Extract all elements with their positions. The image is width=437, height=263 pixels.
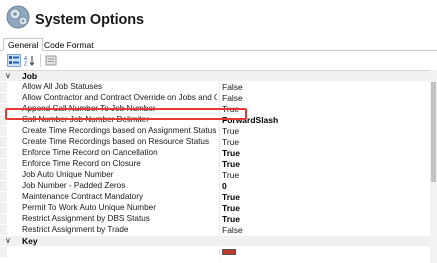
color-swatch [222, 249, 236, 255]
property-value[interactable]: True [222, 104, 239, 114]
window-header: System Options [0, 0, 437, 37]
property-row[interactable]: Job Auto Unique Number True [0, 170, 437, 180]
property-grid: ∨ Job Allow All Job Statuses False Allow… [0, 70, 437, 263]
chevron-down-icon[interactable]: ∨ [5, 236, 11, 245]
categorized-icon [9, 56, 19, 64]
chevron-down-icon[interactable]: ∨ [5, 71, 11, 80]
property-name: Allow All Job Statuses [22, 82, 103, 91]
gear-cog-icon [6, 5, 30, 29]
property-name: Create Time Recordings based on Resource… [22, 137, 210, 146]
property-value[interactable]: False [222, 225, 243, 235]
property-name: Call Number Job Number Delimiter [22, 115, 149, 124]
category-label: Job [22, 71, 38, 81]
property-name: Create Time Recordings based on Assignme… [22, 126, 217, 135]
property-row[interactable]: Restrict Assignment by DBS Status True [0, 214, 437, 224]
property-value[interactable]: True [222, 170, 239, 180]
property-value[interactable]: True [222, 214, 240, 224]
property-name: Job Number - Padded Zeros [22, 181, 126, 190]
property-name: Maintenance Contract Mandatory [22, 192, 144, 201]
property-name: Job Auto Unique Number [22, 170, 114, 179]
property-row[interactable]: Create Time Recordings based on Resource… [0, 137, 437, 147]
property-row[interactable]: Permit To Work Auto Unique Number True [0, 203, 437, 213]
property-name: Restrict Assignment by Trade [22, 225, 129, 234]
property-row[interactable]: Enforce Time Record on Cancellation True [0, 148, 437, 158]
property-name: Enforce Time Record on Cancellation [22, 148, 158, 157]
category-label: Key [22, 236, 38, 246]
toolbar-separator [40, 54, 41, 67]
property-value[interactable]: True [222, 137, 239, 147]
property-row[interactable]: Allow Contractor and Contract Override o… [0, 93, 437, 103]
category-row-key[interactable]: ∨ Key [0, 236, 437, 246]
property-row[interactable]: Allow All Job Statuses False [0, 82, 437, 92]
property-row[interactable]: Create Time Recordings based on Assignme… [0, 126, 437, 136]
property-value[interactable]: True [222, 159, 240, 169]
property-name: Append Call Number To Job Number [22, 104, 156, 113]
property-value[interactable]: True [222, 148, 240, 158]
property-value[interactable]: False [222, 93, 243, 103]
alphabetical-view-button[interactable]: A Z [23, 54, 37, 68]
tab-general[interactable]: General [3, 38, 44, 51]
property-row[interactable]: Call Number Job Number Delimiter Forward… [0, 115, 437, 125]
property-row[interactable]: Enforce Time Record on Closure True [0, 159, 437, 169]
property-pages-icon [45, 55, 57, 66]
property-value[interactable]: True [222, 203, 240, 213]
vertical-scrollbar[interactable] [430, 70, 437, 263]
property-value[interactable]: False [222, 82, 243, 92]
property-name: Enforce Time Record on Closure [22, 159, 141, 168]
property-grid-toolbar: A Z [0, 51, 437, 70]
property-value[interactable]: True [222, 192, 240, 202]
property-value[interactable]: 0 [222, 181, 227, 191]
property-row-append-call-number[interactable]: Append Call Number To Job Number True [0, 104, 437, 114]
property-name: Restrict Assignment by DBS Status [22, 214, 150, 223]
property-row[interactable]: Job Number - Padded Zeros 0 [0, 181, 437, 191]
property-pages-button[interactable] [44, 54, 58, 67]
category-row-job[interactable]: ∨ Job [0, 71, 437, 81]
tab-strip: General Code Format [0, 37, 437, 51]
property-value[interactable]: ForwardSlash [222, 115, 278, 125]
property-name: Allow Contractor and Contract Override o… [22, 93, 217, 102]
property-name: Permit To Work Auto Unique Number [22, 203, 156, 212]
property-row[interactable]: Maintenance Contract Mandatory True [0, 192, 437, 202]
property-row-partial[interactable] [0, 247, 437, 257]
property-value[interactable]: True [222, 126, 239, 136]
svg-text:Z: Z [24, 62, 27, 67]
alphabetical-sort-icon: A Z [24, 56, 35, 68]
page-title: System Options [35, 12, 144, 28]
property-row[interactable]: Restrict Assignment by Trade False [0, 225, 437, 235]
scroll-thumb[interactable] [431, 82, 436, 182]
categorized-view-button[interactable] [7, 54, 21, 67]
